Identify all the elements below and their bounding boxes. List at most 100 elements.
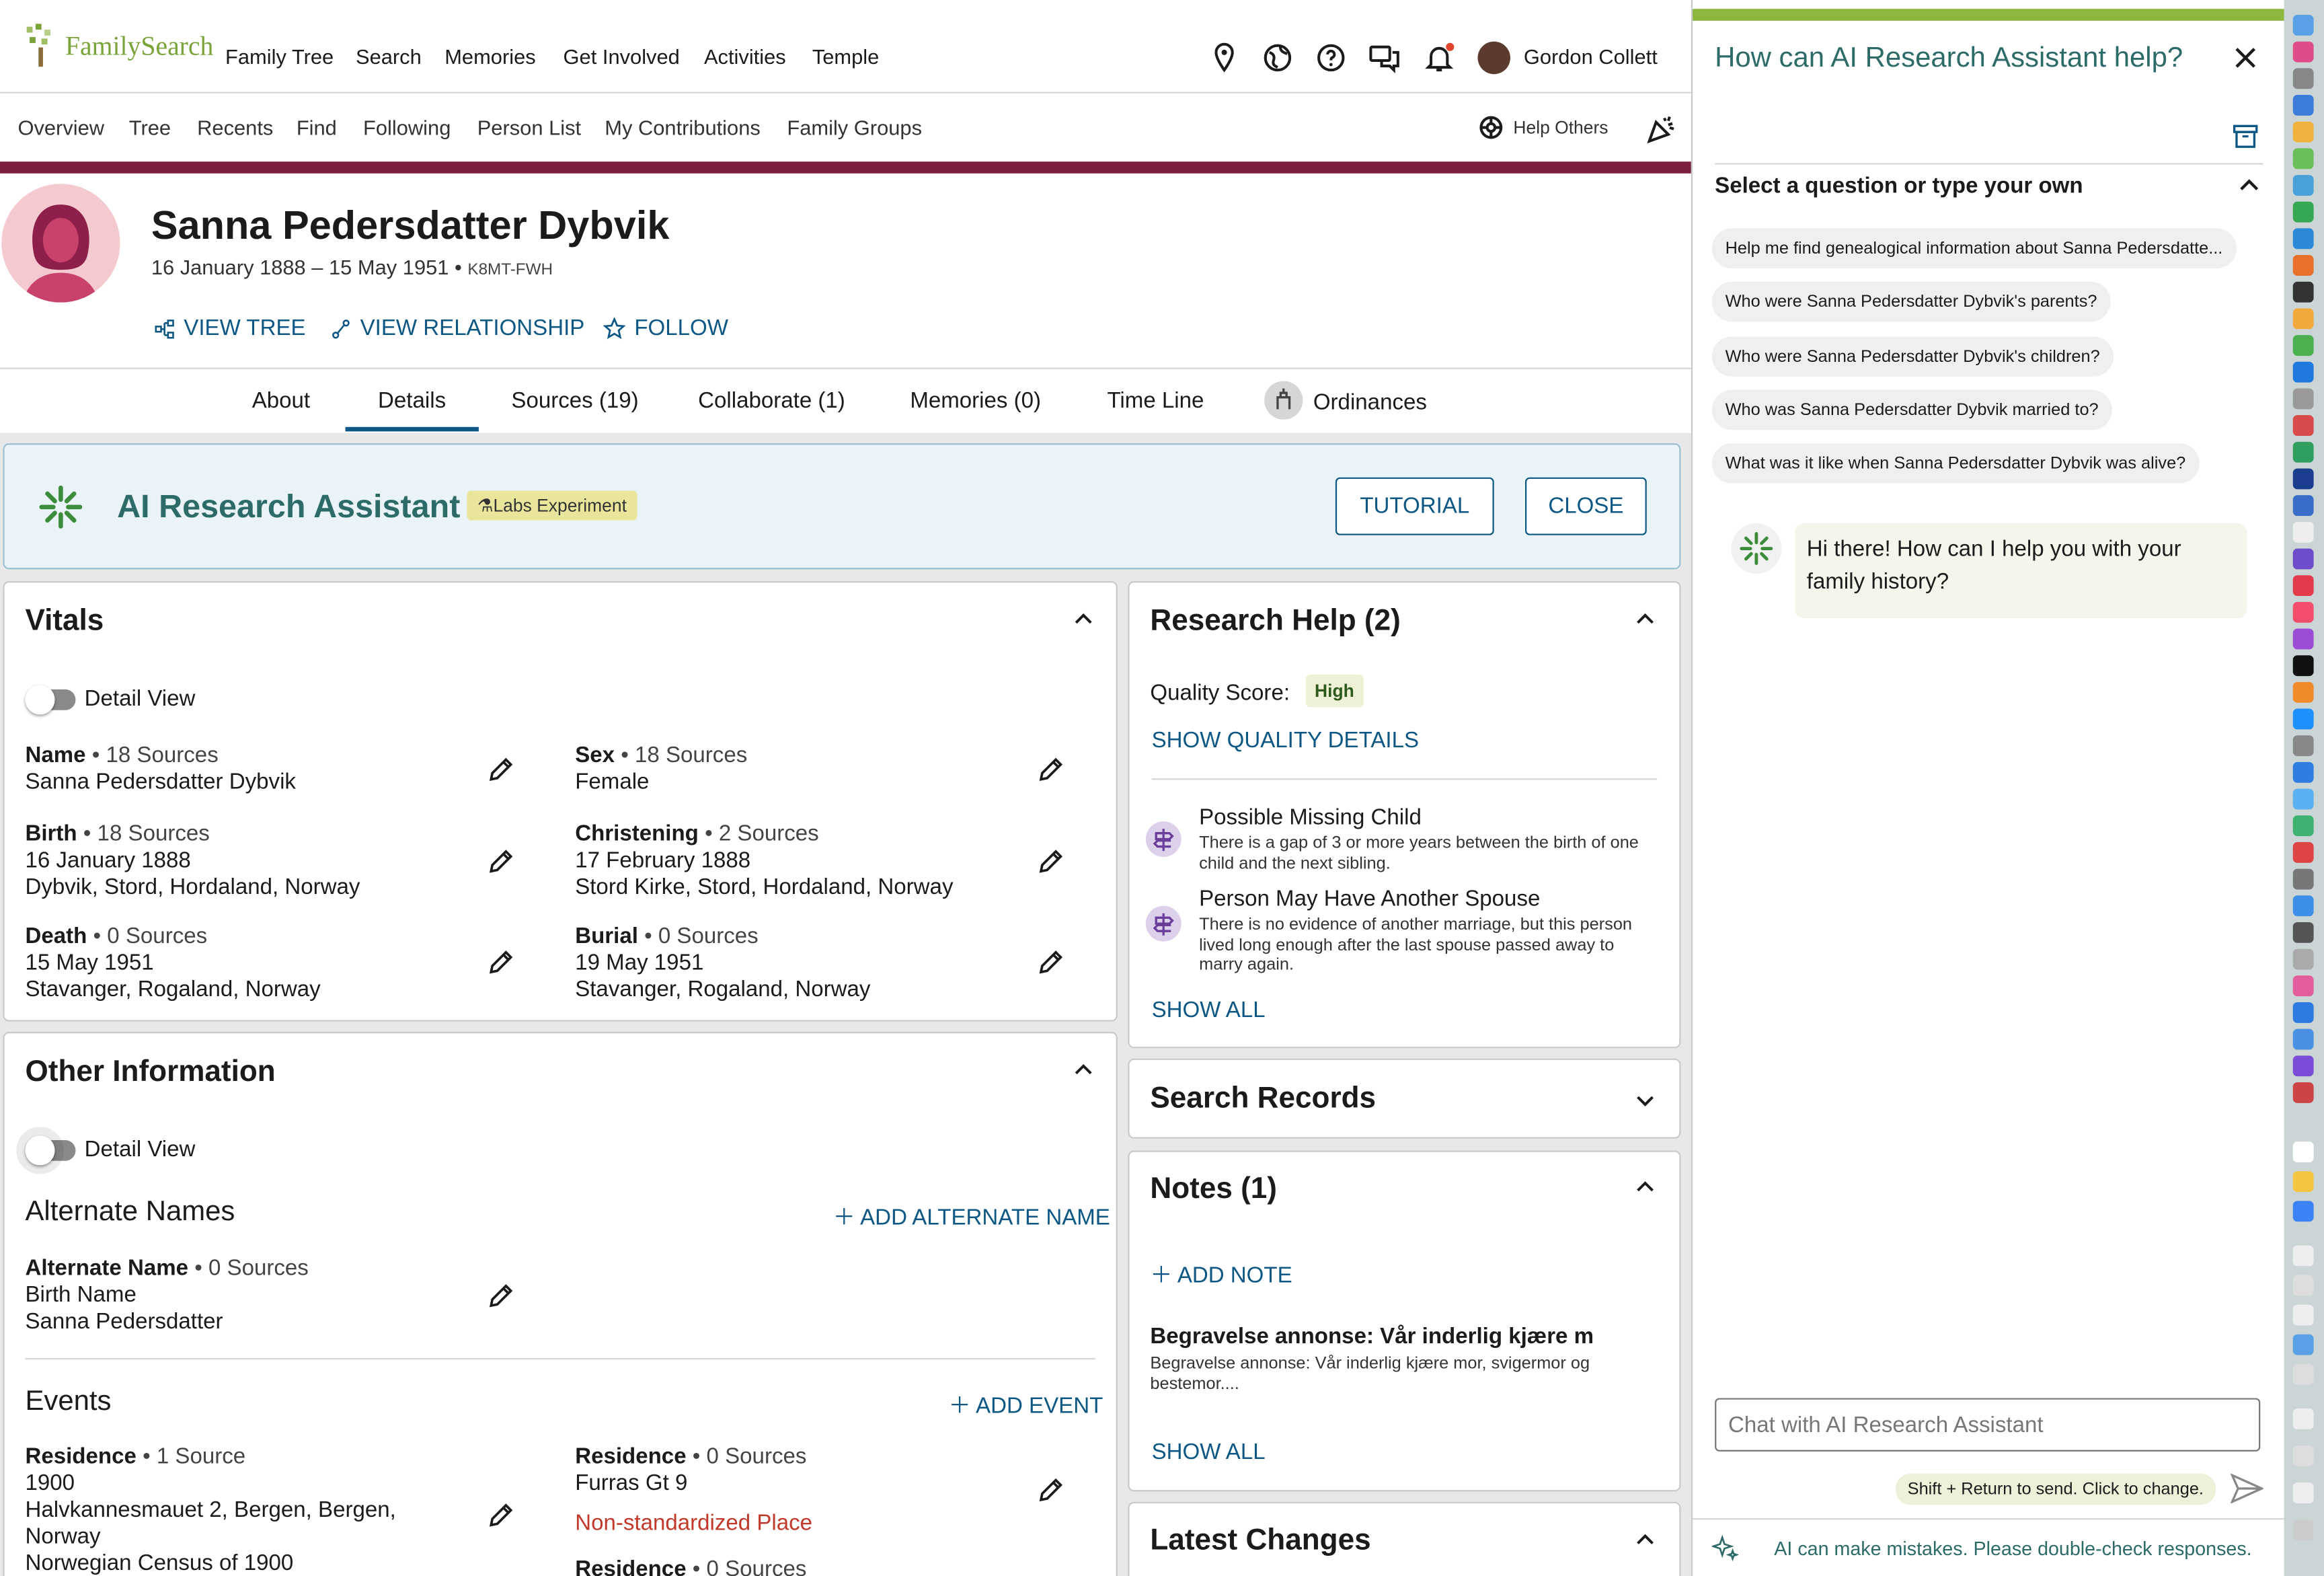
note-title[interactable]: Begravelse annonse: Vår inderlig kjære m bbox=[1150, 1324, 1594, 1349]
dock-app-icon[interactable] bbox=[2292, 1028, 2314, 1050]
familysearch-logo[interactable]: FamilySearch bbox=[24, 24, 213, 68]
dock-app-icon[interactable] bbox=[2292, 95, 2314, 116]
vital-sources[interactable]: • 0 Sources bbox=[87, 924, 208, 948]
dock-app-icon[interactable] bbox=[2292, 948, 2314, 970]
vital-sources[interactable]: • 2 Sources bbox=[699, 821, 819, 846]
dock-app-icon[interactable] bbox=[2292, 228, 2314, 250]
user-name[interactable]: Gordon Collett bbox=[1524, 44, 1658, 68]
dock-app-icon[interactable] bbox=[2292, 1201, 2314, 1222]
vital-sources[interactable]: • 0 Sources bbox=[638, 924, 759, 948]
nav-family-tree[interactable]: Family Tree bbox=[225, 44, 334, 68]
chat-input[interactable]: Chat with AI Research Assistant bbox=[1715, 1398, 2261, 1452]
dock-app-icon[interactable] bbox=[2292, 175, 2314, 196]
suggested-question-chip[interactable]: Help me find genealogical information ab… bbox=[1711, 228, 2237, 268]
dock-app-icon[interactable] bbox=[2292, 121, 2314, 143]
dock-app-icon[interactable] bbox=[2292, 388, 2314, 410]
dock-app-icon[interactable] bbox=[2292, 255, 2314, 276]
dock-app-icon[interactable] bbox=[2292, 841, 2314, 863]
chevron-down-icon[interactable] bbox=[1636, 1091, 1654, 1109]
subnav-following[interactable]: Following bbox=[363, 116, 451, 139]
dock-app-icon[interactable] bbox=[2292, 1363, 2314, 1385]
edit-pencil-icon[interactable] bbox=[486, 947, 516, 977]
view-relationship-button[interactable]: VIEW RELATIONSHIP bbox=[331, 315, 584, 341]
edit-pencil-icon[interactable] bbox=[1036, 755, 1066, 784]
dock-app-icon[interactable] bbox=[2292, 1171, 2314, 1193]
dock-app-icon[interactable] bbox=[2292, 895, 2314, 917]
dock-app-icon[interactable] bbox=[2292, 335, 2314, 356]
dock-app-icon[interactable] bbox=[2292, 1445, 2314, 1466]
chevron-up-icon[interactable] bbox=[1636, 1178, 1654, 1196]
dock-app-icon[interactable] bbox=[2292, 575, 2314, 597]
subnav-overview[interactable]: Overview bbox=[17, 116, 104, 139]
dock-app-icon[interactable] bbox=[2292, 735, 2314, 757]
show-quality-details-link[interactable]: SHOW QUALITY DETAILS bbox=[1152, 728, 1419, 753]
nav-search[interactable]: Search bbox=[356, 44, 422, 68]
add-event-link[interactable]: ＋ ADD EVENT bbox=[949, 1389, 1103, 1420]
edit-pencil-icon[interactable] bbox=[486, 847, 516, 876]
dock-app-icon[interactable] bbox=[2292, 628, 2314, 650]
user-avatar[interactable] bbox=[1477, 41, 1510, 75]
tab-ordinances[interactable]: Ordinances bbox=[1313, 390, 1427, 415]
dock-app-icon[interactable] bbox=[2292, 761, 2314, 783]
dock-app-icon[interactable] bbox=[2292, 15, 2314, 36]
nav-memories[interactable]: Memories bbox=[444, 44, 535, 68]
subnav-my-contributions[interactable]: My Contributions bbox=[605, 116, 761, 139]
nav-get-involved[interactable]: Get Involved bbox=[564, 44, 680, 68]
dock-app-icon[interactable] bbox=[2292, 922, 2314, 943]
chevron-up-icon[interactable] bbox=[2239, 176, 2259, 196]
edit-pencil-icon[interactable] bbox=[1036, 847, 1066, 876]
dock-app-icon[interactable] bbox=[2292, 201, 2314, 223]
close-icon[interactable] bbox=[2234, 46, 2257, 69]
edit-pencil-icon[interactable] bbox=[1036, 1475, 1066, 1505]
research-hint-title[interactable]: Person May Have Another Spouse bbox=[1199, 887, 1540, 911]
subnav-tree[interactable]: Tree bbox=[129, 116, 171, 139]
close-banner-button[interactable]: CLOSE bbox=[1525, 477, 1647, 535]
dock-app-icon[interactable] bbox=[2292, 1275, 2314, 1296]
edit-pencil-icon[interactable] bbox=[486, 755, 516, 784]
dock-app-icon[interactable] bbox=[2292, 68, 2314, 89]
dock-app-icon[interactable] bbox=[2292, 788, 2314, 810]
search-records-card[interactable]: Search Records bbox=[1128, 1058, 1681, 1139]
dock-app-icon[interactable] bbox=[2292, 521, 2314, 543]
event-sources[interactable]: • 1 Source bbox=[137, 1444, 245, 1469]
dock-app-icon[interactable] bbox=[2292, 868, 2314, 890]
subnav-find[interactable]: Find bbox=[297, 116, 337, 139]
dock-app-icon[interactable] bbox=[2292, 1334, 2314, 1355]
dock-app-icon[interactable] bbox=[2292, 655, 2314, 677]
vital-sources[interactable]: • 18 Sources bbox=[615, 743, 747, 767]
vital-sources[interactable]: • 18 Sources bbox=[86, 743, 219, 767]
chevron-up-icon[interactable] bbox=[1075, 1061, 1092, 1079]
add-alternate-name-link[interactable]: ＋ ADD ALTERNATE NAME bbox=[833, 1201, 1110, 1232]
dock-app-icon[interactable] bbox=[2292, 1245, 2314, 1267]
suggested-question-chip[interactable]: Who were Sanna Pedersdatter Dybvik's chi… bbox=[1711, 336, 2114, 377]
dock-app-icon[interactable] bbox=[2292, 415, 2314, 437]
event-sources[interactable]: • 0 Sources bbox=[687, 1444, 807, 1469]
vital-sources[interactable]: • 18 Sources bbox=[77, 821, 210, 846]
dock-app-icon[interactable] bbox=[2292, 441, 2314, 463]
dock-app-icon[interactable] bbox=[2292, 975, 2314, 997]
dock-app-icon[interactable] bbox=[2292, 1519, 2314, 1541]
chat-icon[interactable] bbox=[1368, 42, 1400, 74]
dock-app-icon[interactable] bbox=[2292, 1408, 2314, 1429]
subnav-person-list[interactable]: Person List bbox=[477, 116, 581, 139]
dock-app-icon[interactable] bbox=[2292, 1002, 2314, 1023]
event-sources[interactable]: • 0 Sources bbox=[687, 1556, 807, 1576]
edit-pencil-icon[interactable] bbox=[1036, 947, 1066, 977]
globe-icon[interactable] bbox=[1262, 42, 1294, 74]
tab-about[interactable]: About bbox=[252, 388, 310, 413]
tab-sources[interactable]: Sources (19) bbox=[511, 388, 638, 413]
tab-collaborate[interactable]: Collaborate (1) bbox=[698, 388, 845, 413]
show-all-hints-link[interactable]: SHOW ALL bbox=[1152, 998, 1266, 1022]
dock-app-icon[interactable] bbox=[2292, 361, 2314, 383]
detail-view-toggle[interactable] bbox=[25, 685, 76, 715]
send-hint-chip[interactable]: Shift + Return to send. Click to change. bbox=[1896, 1473, 2216, 1505]
person-id[interactable]: K8MT-FWH bbox=[467, 261, 553, 278]
edit-pencil-icon[interactable] bbox=[486, 1281, 516, 1310]
suggested-question-chip[interactable]: Who were Sanna Pedersdatter Dybvik's par… bbox=[1711, 281, 2111, 322]
add-note-link[interactable]: ＋ ADD NOTE bbox=[1150, 1259, 1292, 1289]
dock-app-icon[interactable] bbox=[2292, 708, 2314, 730]
dock-app-icon[interactable] bbox=[2292, 1055, 2314, 1077]
help-icon[interactable] bbox=[1315, 42, 1347, 74]
tutorial-button[interactable]: TUTORIAL bbox=[1335, 477, 1494, 535]
subnav-recents[interactable]: Recents bbox=[197, 116, 273, 139]
